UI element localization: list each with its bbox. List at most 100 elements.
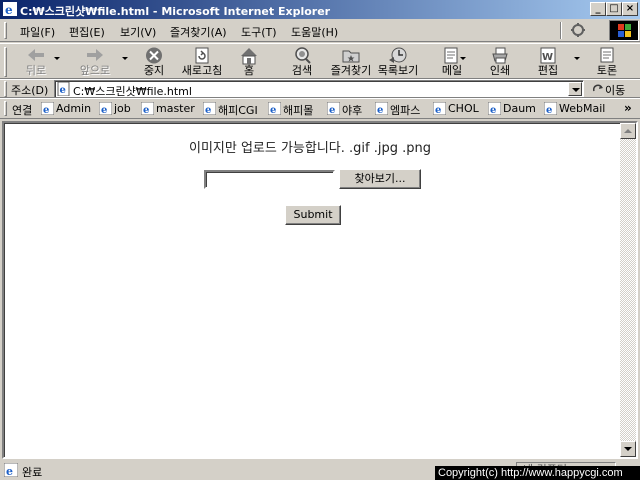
menu-favorites[interactable]: 즐겨찾기(A) bbox=[170, 24, 227, 40]
ie-page-icon: e bbox=[375, 102, 388, 115]
link-master[interactable]: e master bbox=[141, 102, 197, 116]
search-icon bbox=[295, 47, 311, 64]
tools-icon[interactable] bbox=[567, 22, 589, 39]
discuss-button[interactable]: 토론 bbox=[594, 45, 620, 79]
back-label: 뒤로 bbox=[25, 64, 47, 77]
windows-logo-icon bbox=[618, 24, 631, 37]
close-button[interactable]: × bbox=[622, 2, 638, 16]
link-label: WebMail bbox=[559, 102, 606, 115]
svg-text:e: e bbox=[5, 3, 13, 16]
browse-button[interactable]: 찾아보기... bbox=[339, 169, 421, 189]
link-label: 해피CGI bbox=[218, 104, 258, 117]
history-button[interactable]: 목록보기 bbox=[376, 45, 420, 79]
home-button[interactable]: 홈 bbox=[236, 45, 262, 79]
stop-button[interactable]: 중지 bbox=[138, 45, 170, 79]
discuss-icon bbox=[600, 47, 614, 63]
upload-notice: 이미지만 업로드 가능합니다. .gif .jpg .png bbox=[188, 141, 431, 156]
forward-button[interactable]: 앞으로 bbox=[76, 45, 114, 79]
refresh-icon bbox=[195, 47, 209, 64]
menu-bar: 파일(F) 편집(E) 보기(V) 즐겨찾기(A) 도구(T) 도움말(H) bbox=[0, 19, 640, 42]
link-daum[interactable]: e Daum bbox=[488, 102, 538, 116]
search-button[interactable]: 검색 bbox=[288, 45, 316, 79]
home-icon bbox=[241, 48, 257, 65]
link-webmail[interactable]: e WebMail bbox=[544, 102, 610, 116]
title-bar: e C:₩스크린샷₩file.html - Microsoft Internet… bbox=[0, 0, 640, 19]
ie-page-icon: e bbox=[433, 102, 446, 115]
go-button[interactable]: 이동 bbox=[591, 81, 639, 97]
mail-label: 메일 bbox=[441, 64, 463, 77]
link-label: job bbox=[114, 102, 131, 115]
address-grip[interactable] bbox=[4, 81, 7, 97]
back-arrow-icon bbox=[28, 49, 44, 61]
discuss-label: 토론 bbox=[596, 64, 618, 77]
scroll-up-button[interactable] bbox=[620, 123, 636, 139]
edit-button[interactable]: W 편집 bbox=[534, 45, 562, 79]
address-bar: 주소(D) e C:₩스크린샷₩file.html 이동 bbox=[0, 79, 640, 98]
link-chol[interactable]: e CHOL bbox=[433, 102, 485, 116]
menu-grip[interactable] bbox=[4, 22, 7, 39]
link-yahoo[interactable]: e 야후 bbox=[327, 102, 369, 117]
history-icon bbox=[389, 47, 407, 63]
edit-dropdown-arrow[interactable] bbox=[574, 57, 580, 60]
stop-icon bbox=[146, 47, 162, 64]
menu-separator bbox=[560, 22, 562, 39]
standard-toolbar: 뒤로 앞으로 중지 새로고침 홈 검색 즐겨찾기 목록보기 메일 인쇄 W 편집… bbox=[0, 43, 640, 79]
link-happymall[interactable]: e 해피몰 bbox=[268, 102, 322, 117]
window-title: C:₩스크린샷₩file.html - Microsoft Internet E… bbox=[20, 5, 331, 18]
menu-file[interactable]: 파일(F) bbox=[20, 24, 55, 40]
svg-text:e: e bbox=[490, 105, 496, 115]
svg-text:e: e bbox=[143, 105, 149, 115]
link-label: Daum bbox=[503, 102, 536, 115]
minimize-button[interactable]: _ bbox=[590, 2, 606, 16]
vertical-scrollbar[interactable] bbox=[620, 123, 636, 457]
address-dropdown-button[interactable] bbox=[568, 82, 582, 96]
svg-text:e: e bbox=[6, 465, 13, 477]
link-admin[interactable]: e Admin bbox=[41, 102, 91, 116]
mail-icon bbox=[444, 47, 458, 64]
address-input[interactable]: e C:₩스크린샷₩file.html bbox=[54, 80, 584, 98]
refresh-label: 새로고침 bbox=[181, 64, 223, 77]
mail-button[interactable]: 메일 bbox=[438, 45, 466, 79]
back-dropdown-arrow[interactable] bbox=[54, 57, 60, 60]
links-label: 연결 bbox=[12, 104, 33, 117]
back-button[interactable]: 뒤로 bbox=[20, 45, 52, 79]
go-arrow-icon bbox=[593, 84, 603, 92]
history-label: 목록보기 bbox=[377, 64, 419, 77]
print-label: 인쇄 bbox=[489, 64, 511, 77]
link-happycgi[interactable]: e 해피CGI bbox=[203, 102, 263, 117]
links-grip[interactable] bbox=[4, 101, 7, 116]
svg-text:e: e bbox=[435, 105, 441, 115]
ie-page-icon: e bbox=[268, 102, 281, 115]
copyright-watermark: Copyright(c) http://www.happycgi.com bbox=[435, 466, 640, 480]
scroll-down-button[interactable] bbox=[620, 441, 636, 457]
ie-throbber bbox=[609, 20, 639, 41]
print-button[interactable]: 인쇄 bbox=[486, 45, 514, 79]
favorites-label: 즐겨찾기 bbox=[330, 64, 372, 77]
ie-page-icon: e bbox=[488, 102, 501, 115]
forward-dropdown-arrow[interactable] bbox=[122, 57, 128, 60]
links-bar: 연결 e Admin e job e master e 해피CGI e 해피몰 … bbox=[0, 97, 640, 119]
mail-dropdown-arrow[interactable] bbox=[460, 57, 466, 60]
home-label: 홈 bbox=[243, 64, 255, 77]
edit-document-icon: W bbox=[540, 47, 556, 64]
link-job[interactable]: e job bbox=[99, 102, 135, 116]
toolbar-grip[interactable] bbox=[4, 47, 7, 77]
links-more-chevron[interactable]: » bbox=[624, 101, 632, 115]
svg-text:W: W bbox=[542, 52, 553, 63]
submit-button[interactable]: Submit bbox=[285, 205, 341, 225]
svg-text:e: e bbox=[205, 105, 211, 115]
file-path-input[interactable] bbox=[204, 170, 335, 189]
menu-help[interactable]: 도움말(H) bbox=[291, 24, 338, 40]
ie-page-icon: e bbox=[99, 102, 112, 115]
favorites-button[interactable]: 즐겨찾기 bbox=[329, 45, 373, 79]
menu-tools[interactable]: 도구(T) bbox=[241, 24, 277, 40]
status-text: 완료 bbox=[22, 466, 43, 479]
menu-edit[interactable]: 편집(E) bbox=[69, 24, 105, 40]
maximize-button[interactable]: □ bbox=[606, 2, 622, 16]
link-label: 야후 bbox=[342, 104, 363, 117]
refresh-button[interactable]: 새로고침 bbox=[178, 45, 226, 79]
svg-text:e: e bbox=[546, 105, 552, 115]
menu-view[interactable]: 보기(V) bbox=[120, 24, 156, 40]
link-label: 엠파스 bbox=[390, 104, 421, 117]
link-empas[interactable]: e 엠파스 bbox=[375, 102, 427, 117]
